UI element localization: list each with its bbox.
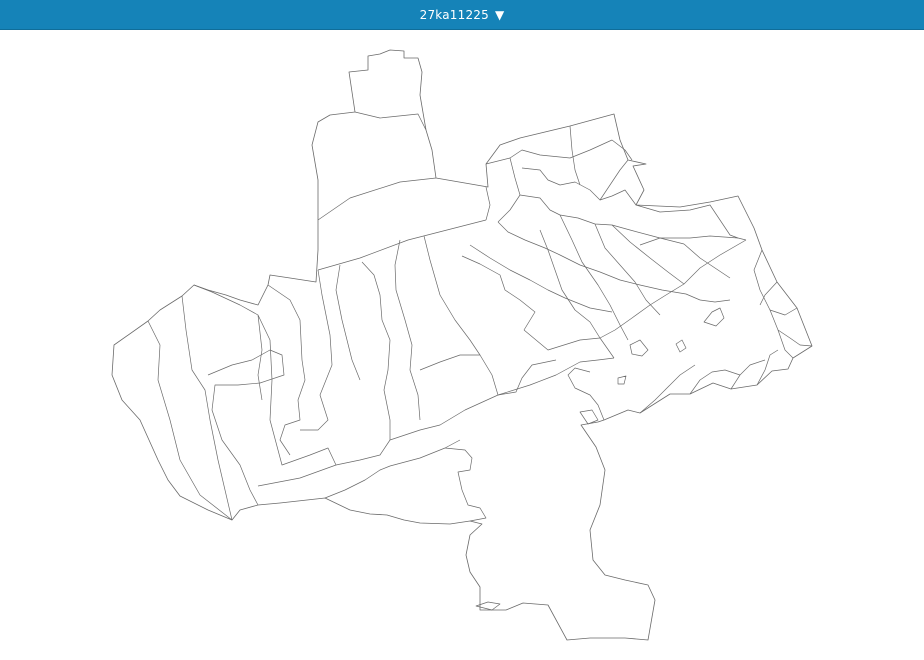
region-outline[interactable] <box>111 49 813 641</box>
area-code-dropdown[interactable]: 27ka11225 ▼ <box>420 8 505 22</box>
district-map[interactable] <box>0 30 924 660</box>
map-area[interactable] <box>0 30 924 660</box>
top-bar: 27ka11225 ▼ <box>0 0 924 30</box>
area-code-label: 27ka11225 <box>419 7 489 22</box>
chevron-down-icon: ▼ <box>494 7 505 22</box>
